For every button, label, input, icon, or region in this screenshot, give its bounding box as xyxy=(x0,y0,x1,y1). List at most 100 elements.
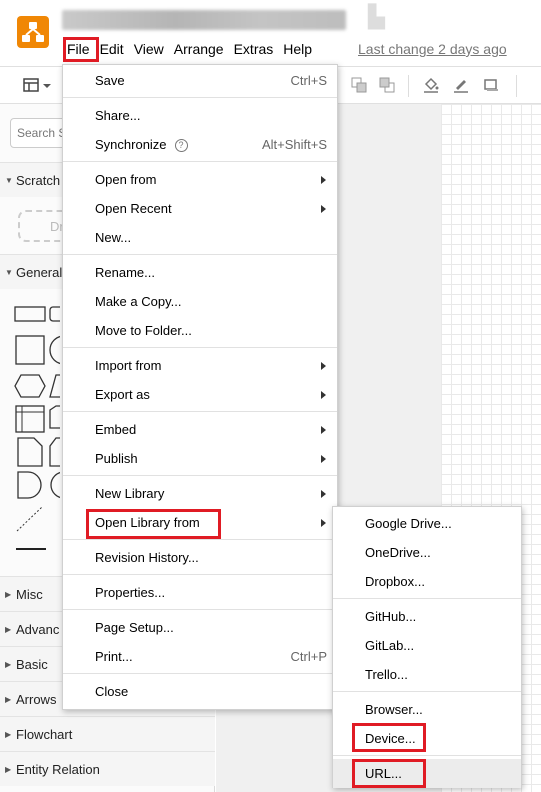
library-source-google-drive[interactable]: Google Drive... xyxy=(333,509,521,538)
shortcut-label: Ctrl+S xyxy=(290,73,327,88)
submenu-arrow-icon xyxy=(321,490,326,498)
submenu-arrow-icon xyxy=(321,426,326,434)
menu-separator xyxy=(63,574,337,575)
cube-shape-icon[interactable] xyxy=(48,404,60,434)
menu-item-label: Open Library from xyxy=(95,515,200,530)
title-cursor: ▙ xyxy=(368,4,385,29)
menu-item-import-from[interactable]: Import from xyxy=(63,351,337,380)
ellipse-shape-icon[interactable] xyxy=(48,470,60,500)
menu-item-save[interactable]: Save Ctrl+S xyxy=(63,66,337,95)
menu-item-open-from[interactable]: Open from xyxy=(63,165,337,194)
section-label: Entity Relation xyxy=(16,762,100,777)
help-icon[interactable]: ? xyxy=(174,139,188,153)
menu-separator xyxy=(63,254,337,255)
expand-arrow-icon: ▶ xyxy=(5,695,12,704)
section-label: Advanc xyxy=(16,622,60,637)
chevron-down-icon[interactable] xyxy=(42,76,52,94)
format-panel-icon[interactable] xyxy=(22,76,40,94)
hexagon-shape-icon[interactable] xyxy=(14,372,48,400)
document-shape-icon[interactable] xyxy=(14,436,48,468)
open-library-submenu: Google Drive... OneDrive... Dropbox... GitH… xyxy=(332,506,522,788)
menu-item-label: Export as xyxy=(95,387,150,402)
parallelogram-shape-icon[interactable] xyxy=(48,372,60,400)
section-label: Misc xyxy=(16,587,43,602)
delay-shape-icon[interactable] xyxy=(14,470,48,500)
menu-item-label: New... xyxy=(95,230,132,245)
menu-item-label: Print... xyxy=(95,649,133,664)
rectangle-shape-icon[interactable] xyxy=(14,304,48,324)
shadow-icon[interactable] xyxy=(482,76,500,94)
menu-item-open-recent[interactable]: Open Recent xyxy=(63,194,337,223)
section-flowchart[interactable]: ▶ Flowchart xyxy=(0,716,215,751)
menu-view[interactable]: View xyxy=(129,38,169,60)
menu-item-label: Google Drive... xyxy=(365,516,452,531)
section-label: Basic xyxy=(16,657,48,672)
menu-item-close[interactable]: Close xyxy=(63,677,337,706)
menu-arrange[interactable]: Arrange xyxy=(169,38,229,60)
menu-item-label: GitLab... xyxy=(365,638,415,653)
document-title-blurred xyxy=(62,10,346,30)
menu-item-publish[interactable]: Publish xyxy=(63,444,337,473)
to-front-icon[interactable] xyxy=(350,76,368,94)
menu-item-rename[interactable]: Rename... xyxy=(63,258,337,287)
library-source-github[interactable]: GitHub... xyxy=(333,602,521,631)
library-source-device[interactable]: Device... xyxy=(333,724,521,753)
section-entity-relation[interactable]: ▶ Entity Relation xyxy=(0,751,215,786)
menu-item-new-library[interactable]: New Library xyxy=(63,479,337,508)
dashed-line-shape-icon[interactable] xyxy=(14,504,48,534)
menu-item-label: Rename... xyxy=(95,265,155,280)
menu-item-label: Share... xyxy=(95,108,141,123)
menu-item-embed[interactable]: Embed xyxy=(63,415,337,444)
last-change-link[interactable]: Last change 2 days ago xyxy=(358,41,507,57)
library-source-browser[interactable]: Browser... xyxy=(333,695,521,724)
line-color-icon[interactable] xyxy=(452,76,470,94)
expand-arrow-icon: ▶ xyxy=(5,625,12,634)
table-shape-icon[interactable] xyxy=(14,404,48,434)
submenu-arrow-icon xyxy=(321,205,326,213)
menu-help[interactable]: Help xyxy=(278,38,317,60)
expand-arrow-icon: ▶ xyxy=(5,590,12,599)
expand-arrow-icon: ▶ xyxy=(5,660,12,669)
menu-item-label: New Library xyxy=(95,486,165,501)
menu-item-revision-history[interactable]: Revision History... xyxy=(63,543,337,572)
menu-item-page-setup[interactable]: Page Setup... xyxy=(63,613,337,642)
menu-file[interactable]: File xyxy=(62,38,95,60)
square-shape-icon[interactable] xyxy=(14,334,48,366)
menu-item-share[interactable]: Share... xyxy=(63,101,337,130)
menu-item-synchronize[interactable]: Synchronize? Alt+Shift+S xyxy=(63,130,337,159)
menu-item-move-to-folder[interactable]: Move to Folder... xyxy=(63,316,337,345)
menu-item-open-library-from[interactable]: Open Library from xyxy=(63,508,337,537)
submenu-arrow-icon xyxy=(321,176,326,184)
tape-shape-icon[interactable] xyxy=(48,436,60,468)
submenu-arrow-icon xyxy=(321,362,326,370)
library-source-trello[interactable]: Trello... xyxy=(333,660,521,689)
menu-item-label: Browser... xyxy=(365,702,423,717)
library-source-gitlab[interactable]: GitLab... xyxy=(333,631,521,660)
to-back-icon[interactable] xyxy=(378,76,396,94)
menu-item-make-a-copy[interactable]: Make a Copy... xyxy=(63,287,337,316)
menu-item-label: Open from xyxy=(95,172,157,187)
menu-item-print[interactable]: Print... Ctrl+P xyxy=(63,642,337,671)
menu-edit[interactable]: Edit xyxy=(95,38,129,60)
menu-item-export-as[interactable]: Export as xyxy=(63,380,337,409)
menu-extras[interactable]: Extras xyxy=(229,38,279,60)
library-source-url[interactable]: URL... xyxy=(333,759,521,788)
submenu-arrow-icon xyxy=(321,455,326,463)
menubar: File Edit View Arrange Extras Help xyxy=(62,36,317,62)
file-menu: Save Ctrl+S Share... Synchronize? Alt+Shift+… xyxy=(62,64,338,710)
toolbar-separator xyxy=(408,75,409,97)
menu-item-new[interactable]: New... xyxy=(63,223,337,252)
library-source-dropbox[interactable]: Dropbox... xyxy=(333,567,521,596)
menu-item-label: Import from xyxy=(95,358,162,373)
circle-shape-icon[interactable] xyxy=(48,334,60,366)
line-shape-icon[interactable] xyxy=(14,542,48,556)
menu-item-label: Publish xyxy=(95,451,138,466)
menu-item-properties[interactable]: Properties... xyxy=(63,578,337,607)
rounded-rect-shape-icon[interactable] xyxy=(48,304,60,324)
library-source-onedrive[interactable]: OneDrive... xyxy=(333,538,521,567)
menu-item-label: OneDrive... xyxy=(365,545,431,560)
menu-separator xyxy=(63,161,337,162)
drawio-logo xyxy=(17,16,49,48)
fill-color-icon[interactable] xyxy=(422,76,440,94)
menu-item-label: Embed xyxy=(95,422,137,437)
